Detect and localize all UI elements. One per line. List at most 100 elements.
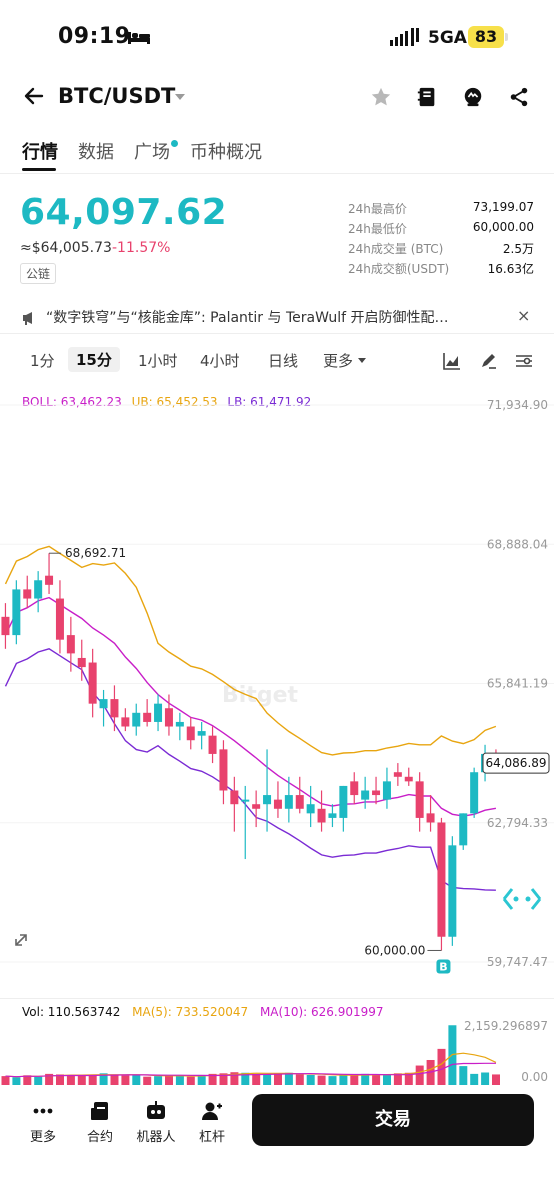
share-icon[interactable]	[508, 86, 530, 108]
y-tick-label: 71,934.90	[487, 398, 548, 412]
volume-bar	[110, 1074, 119, 1085]
interval-more[interactable]: 更多	[323, 350, 353, 371]
current-price-label: 64,086.89	[485, 756, 546, 770]
candle-body	[88, 662, 97, 704]
stat-value: 16.63亿	[487, 262, 534, 276]
tab-data[interactable]: 数据	[78, 138, 114, 164]
volume-bar	[1, 1076, 10, 1085]
signal-icon	[390, 28, 419, 46]
nav-more[interactable]: 更多	[17, 1100, 69, 1145]
contract-icon	[91, 1102, 108, 1120]
candle-body	[164, 708, 173, 727]
interval-1d[interactable]: 日线	[268, 350, 298, 371]
volume-bar	[88, 1074, 97, 1085]
stat-row: 24h成交量 (BTC) 2.5万	[348, 240, 534, 260]
close-icon[interactable]: ×	[517, 306, 530, 325]
candle-body	[252, 804, 261, 809]
y-tick-label: 68,888.04	[487, 537, 548, 551]
candle-body	[284, 795, 293, 809]
header: BTC/USDT	[0, 76, 554, 120]
candle-body	[263, 795, 272, 805]
chain-tag[interactable]: 公链	[20, 263, 57, 284]
candle-body	[132, 712, 141, 727]
interval-1h[interactable]: 1小时	[138, 350, 178, 371]
battery-cap	[505, 33, 508, 41]
volume-bar	[437, 1048, 446, 1085]
volume-bar	[263, 1074, 272, 1085]
candle-body	[154, 703, 163, 722]
volume-legend: Vol: 110.563742 MA(5): 733.520047 MA(10)…	[22, 1005, 384, 1019]
interval-1m[interactable]: 1分	[30, 350, 55, 371]
candle-body	[230, 790, 239, 805]
volume-bar	[175, 1074, 184, 1085]
volume-bar	[154, 1076, 163, 1085]
candle-body	[470, 772, 479, 814]
high-price-label: 68,692.71	[65, 546, 126, 560]
robot-icon	[147, 1101, 165, 1119]
volume-bar	[481, 1072, 490, 1085]
nav-contract[interactable]: 合约	[74, 1100, 126, 1145]
candle-body	[361, 790, 370, 800]
megaphone-icon	[23, 312, 32, 325]
chevron-down-icon[interactable]	[358, 358, 366, 363]
alert-icon[interactable]	[462, 86, 484, 108]
chevron-down-icon[interactable]	[175, 94, 185, 100]
nav-more-label: 更多	[29, 1130, 56, 1145]
stats-panel: 24h最高价 73,199.07 24h最低价 60,000.00 24h成交量 (…	[348, 200, 534, 280]
vol-value: Vol: 110.563742	[22, 1005, 121, 1019]
vol-ma5: MA(5): 733.520047	[132, 1005, 249, 1019]
candle-body	[175, 721, 184, 727]
candle-body	[55, 598, 64, 640]
y-tick-label: 59,747.47	[487, 955, 548, 969]
candle-body	[143, 712, 152, 722]
news-banner[interactable]: “数字铁穹”与“核能金库”: Palantir 与 TeraWulf 开启防御性…	[0, 304, 554, 334]
volume-bar	[459, 1066, 468, 1085]
candle-body	[45, 575, 54, 585]
star-icon[interactable]	[370, 86, 392, 108]
nav-robot[interactable]: 机器人	[130, 1100, 182, 1145]
status-bar: 09:19 5GA 83	[0, 0, 554, 72]
tab-market[interactable]: 行情	[22, 138, 58, 164]
candle-body	[273, 799, 282, 809]
candle-body	[459, 813, 468, 846]
nav-leverage[interactable]: 杠杆	[186, 1100, 238, 1145]
kline-svg[interactable]: Bitget71,934.9068,888.0465,841.1962,794.…	[0, 385, 554, 975]
side-widget-brackets	[502, 888, 542, 910]
fiat-price: ≈$64,005.73	[20, 240, 112, 256]
draw-tool-icon[interactable]	[479, 352, 497, 370]
volume-bar	[274, 1073, 282, 1085]
volume-bar	[143, 1076, 152, 1085]
volume-bar	[186, 1076, 195, 1085]
candle-body	[1, 616, 10, 636]
volume-bar	[328, 1076, 337, 1085]
volume-bar	[121, 1075, 130, 1085]
notebook-icon[interactable]	[416, 86, 438, 108]
stat-row: 24h最低价 60,000.00	[348, 220, 534, 240]
tab-square[interactable]: 广场	[134, 138, 170, 164]
candle-body	[448, 845, 457, 937]
low-price-label: 60,000.00	[364, 943, 425, 957]
candle-body	[382, 781, 391, 800]
back-arrow-icon[interactable]	[22, 84, 46, 108]
interval-4h[interactable]: 4小时	[200, 350, 240, 371]
expand-icon[interactable]	[15, 934, 27, 946]
news-text[interactable]: “数字铁穹”与“核能金库”: Palantir 与 TeraWulf 开启防御性…	[46, 307, 482, 327]
tab-underline	[22, 168, 56, 171]
chart-type-icon[interactable]	[443, 352, 461, 370]
side-widget-icon[interactable]	[502, 888, 542, 910]
interval-15m[interactable]: 15分	[68, 347, 120, 372]
tab-coin-overview[interactable]: 币种概况	[190, 138, 262, 164]
volume-bar	[77, 1075, 86, 1085]
pair-title[interactable]: BTC/USDT	[58, 84, 175, 108]
candle-body	[328, 813, 337, 818]
clock: 09:19	[58, 24, 131, 49]
nav-robot-label: 机器人	[136, 1130, 176, 1145]
y-tick-label: 65,841.19	[487, 677, 548, 691]
trade-button[interactable]: 交易	[252, 1094, 534, 1146]
settings-sliders-icon[interactable]	[515, 352, 533, 370]
kline-chart[interactable]: Bitget 71,934.90 68,888.04 65,841.19 62,794.…	[0, 385, 554, 975]
candle-body	[295, 795, 304, 809]
candle-body	[393, 772, 402, 777]
candle-body	[219, 749, 228, 791]
y-tick-label: 62,794.33	[487, 816, 548, 830]
